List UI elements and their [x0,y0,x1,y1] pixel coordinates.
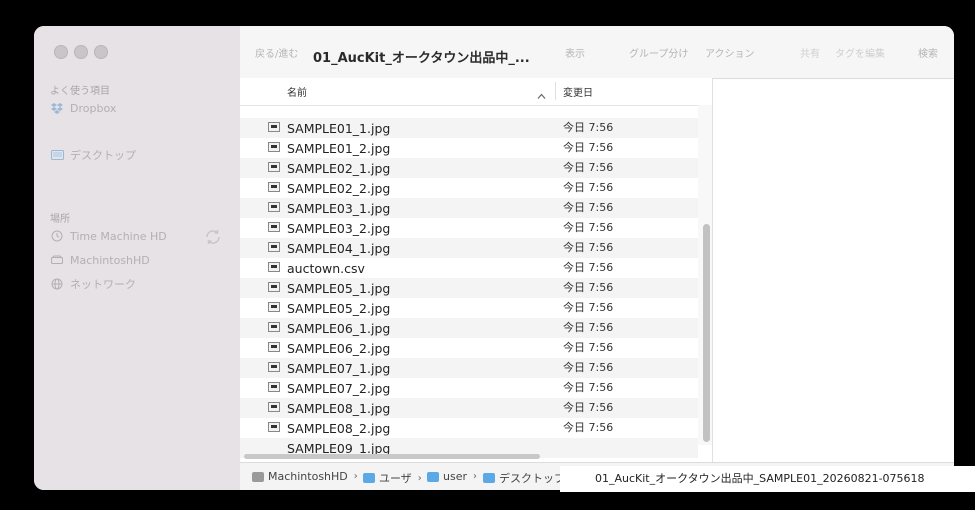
share-button[interactable]: 共有 [800,45,820,60]
file-row[interactable]: SAMPLE01_2.jpg 今日 7:56 [240,138,698,158]
file-row[interactable]: SAMPLE02_1.jpg 今日 7:56 [240,158,698,178]
image-file-icon [268,362,280,372]
chevron-up-icon[interactable] [537,85,546,104]
image-file-icon [268,282,280,292]
image-file-icon [268,382,280,392]
sidebar-item-label: MachintoshHD [70,253,150,267]
image-file-icon [268,142,280,152]
image-file-icon [268,122,280,132]
vertical-scrollbar-thumb[interactable] [703,224,710,442]
favorites-header: よく使う項目 [50,86,110,97]
date-column-header[interactable]: 変更日 [563,84,593,99]
view-button[interactable]: 表示 [565,45,585,60]
sidebar-item-label: Time Machine HD [70,229,167,243]
group-button[interactable]: グループ分け [629,45,688,60]
edit-tags-button[interactable]: タグを編集 [835,45,885,60]
file-row[interactable]: auctown.csv 今日 7:56 [240,258,698,278]
image-file-icon [268,242,280,252]
globe-icon [50,277,64,291]
hard-drive-icon [252,471,264,482]
toolbar: 戻る/進む 01_AucKit_オークタウン出品中_... 表示 グループ分け … [240,26,954,79]
sidebar-item-desktop[interactable]: デスクトップ [50,146,136,164]
finder-window: よく使う項目 Dropbox デスクトップ 場所 Time Machine HD [34,26,954,490]
column-header: 名前 変更日 [240,78,713,106]
file-list: SAMPLE01_1.jpg 今日 7:56 SAMPLE01_2.jpg 今日 7… [240,118,698,458]
file-row[interactable]: SAMPLE01_1.jpg 今日 7:56 [240,118,698,138]
file-row[interactable]: SAMPLE04_1.jpg 今日 7:56 [240,238,698,258]
preview-divider[interactable] [712,78,713,462]
zoom-window-button[interactable] [94,45,108,59]
file-row[interactable]: SAMPLE08_2.jpg 今日 7:56 [240,418,698,438]
path-item-drive[interactable]: MachintoshHD › [252,470,358,483]
file-row[interactable]: SAMPLE07_1.jpg 今日 7:56 [240,358,698,378]
chevron-right-icon: › [473,471,477,482]
image-file-icon [268,182,280,192]
file-row[interactable]: SAMPLE06_1.jpg 今日 7:56 [240,318,698,338]
action-button[interactable]: アクション [705,45,755,60]
back-forward-button[interactable]: 戻る/進む [255,45,298,60]
file-row[interactable]: SAMPLE05_2.jpg 今日 7:56 [240,298,698,318]
clock-icon [50,229,64,243]
path-item-desktop[interactable]: デスクトップ [483,470,565,486]
chevron-right-icon: › [417,472,422,484]
sync-icon[interactable] [204,228,222,250]
file-row[interactable]: SAMPLE07_2.jpg 今日 7:56 [240,378,698,398]
path-item-user[interactable]: user › [427,470,477,483]
file-row[interactable]: SAMPLE02_2.jpg 今日 7:56 [240,178,698,198]
column-divider[interactable] [555,82,556,100]
folder-icon [483,473,495,483]
file-row[interactable]: SAMPLE03_2.jpg 今日 7:56 [240,218,698,238]
chevron-right-icon: › [353,471,358,482]
image-file-icon [268,202,280,212]
desktop-icon [50,148,64,162]
folder-icon [363,473,375,483]
image-file-icon [268,222,280,232]
locations-header: 場所 [50,214,70,225]
minimize-window-button[interactable] [74,45,88,59]
file-row[interactable]: SAMPLE06_2.jpg 今日 7:56 [240,338,698,358]
horizontal-scrollbar[interactable] [244,454,540,459]
file-row[interactable]: SAMPLE03_1.jpg 今日 7:56 [240,198,698,218]
file-row[interactable]: SAMPLE05_1.jpg 今日 7:56 [240,278,698,298]
image-file-icon [268,162,280,172]
sidebar-item-label: Dropbox [70,101,117,115]
window-title: 01_AucKit_オークタウン出品中_... [313,51,530,66]
image-file-icon [268,302,280,312]
hard-drive-icon [50,253,64,267]
search-button[interactable]: 検索 [918,45,938,60]
sidebar-item-label: ネットワーク [70,278,136,291]
sidebar: よく使う項目 Dropbox デスクトップ 場所 Time Machine HD [34,26,240,490]
path-item-users[interactable]: ユーザ › [363,470,422,486]
dropbox-icon [50,101,64,115]
close-window-button[interactable] [54,45,68,59]
sidebar-item-macintosh[interactable]: MachintoshHD [50,251,150,269]
file-row[interactable]: SAMPLE08_1.jpg 今日 7:56 [240,398,698,418]
image-file-icon [268,402,280,412]
image-file-icon [268,422,280,432]
sidebar-item-network[interactable]: ネットワーク [50,275,136,293]
sidebar-item-time-machine[interactable]: Time Machine HD [50,227,167,245]
name-column-header[interactable]: 名前 [287,84,307,99]
filename-tooltip: 01_AucKit_オークタウン出品中_SAMPLE01_20260821-07… [560,466,975,492]
home-folder-icon [427,471,439,482]
sidebar-item-dropbox[interactable]: Dropbox [50,99,116,117]
image-file-icon [268,342,280,352]
csv-file-icon [268,262,280,272]
sidebar-item-label: デスクトップ [70,149,136,162]
image-file-icon [268,322,280,332]
